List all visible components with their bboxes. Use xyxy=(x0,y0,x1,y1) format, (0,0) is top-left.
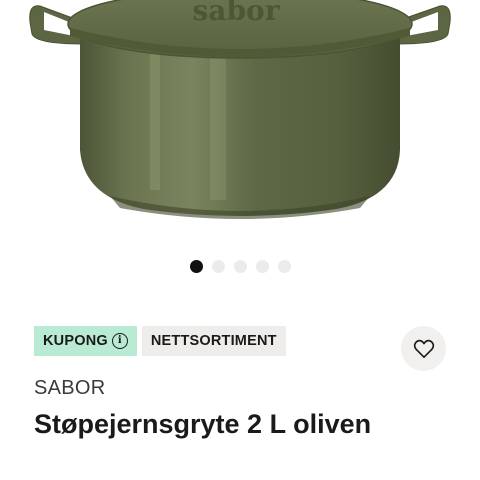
carousel-dot-1[interactable] xyxy=(189,260,203,273)
carousel-dot-5[interactable] xyxy=(277,260,291,273)
coupon-badge-label: KUPONG xyxy=(43,333,108,349)
badge-row: KUPONG i NETTSORTIMENT xyxy=(34,326,286,356)
carousel-dot-2[interactable] xyxy=(211,260,225,273)
product-brand[interactable]: SABOR xyxy=(34,377,106,400)
heart-outline-icon xyxy=(413,339,434,358)
info-icon[interactable]: i xyxy=(111,333,128,349)
carousel-dots xyxy=(0,260,480,273)
lid-brand-embossing: sabor xyxy=(193,0,281,27)
online-badge-label: NETTSORTIMENT xyxy=(150,333,277,349)
online-assortment-badge: NETTSORTIMENT xyxy=(141,326,286,356)
coupon-badge[interactable]: KUPONG i xyxy=(34,326,137,356)
product-title: Støpejernsgryte 2 L oliven xyxy=(34,409,372,439)
favorite-button[interactable] xyxy=(401,326,446,371)
carousel-dot-4[interactable] xyxy=(255,260,269,273)
carousel-dot-3[interactable] xyxy=(233,260,247,273)
product-image[interactable]: sabor xyxy=(0,0,480,240)
